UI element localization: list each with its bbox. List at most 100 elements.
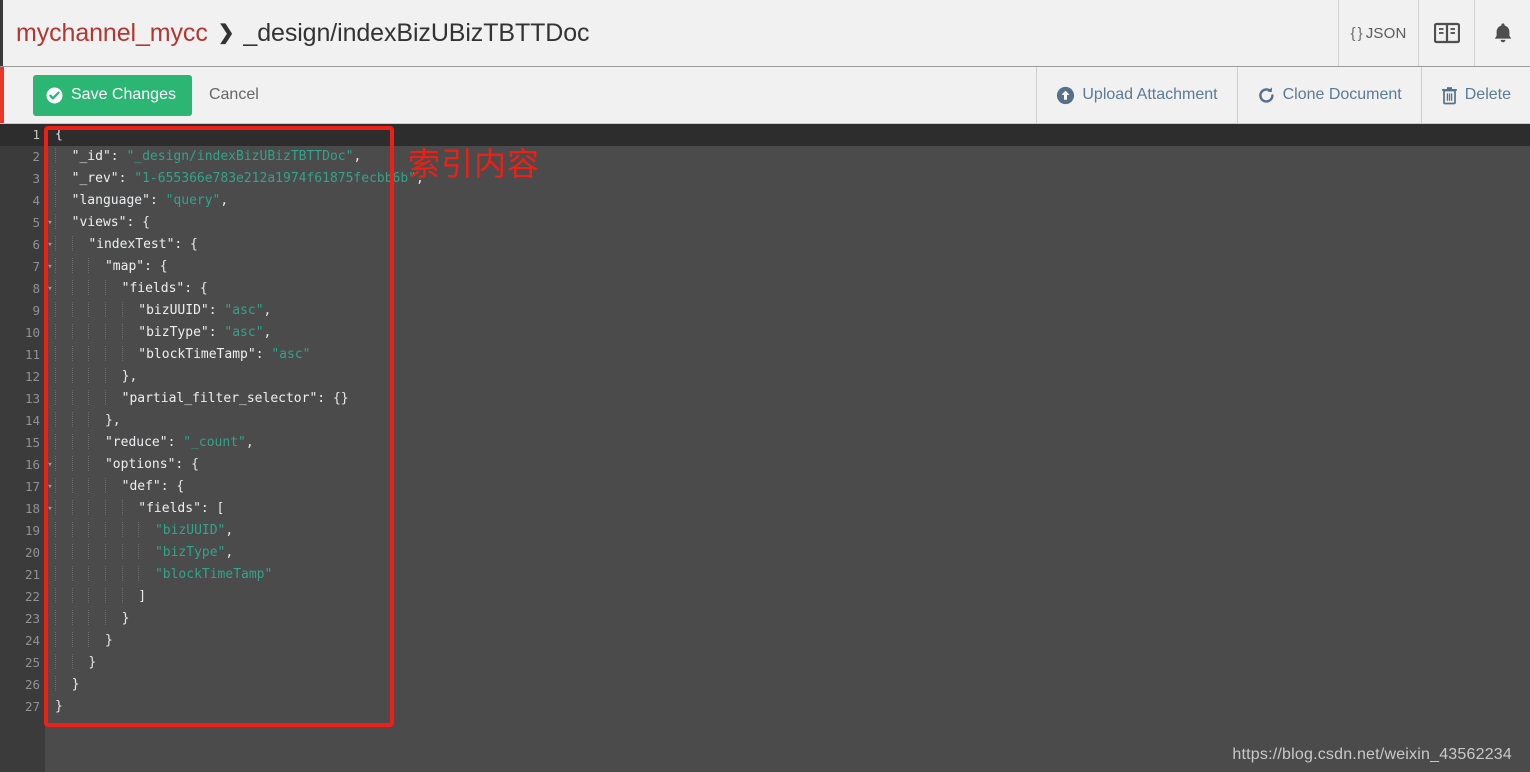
gutter-line-number[interactable]: 18 ▾ xyxy=(0,498,53,520)
indent-guide xyxy=(88,280,90,295)
indent-guide xyxy=(104,390,106,405)
delete-document-button[interactable]: Delete xyxy=(1420,66,1530,124)
indent-guide xyxy=(71,280,73,295)
gutter-line-number[interactable]: 2 xyxy=(0,146,45,168)
code-line[interactable]: "bizUUID": "asc", xyxy=(45,300,1530,322)
code-line[interactable]: "fields": { xyxy=(45,278,1530,300)
indent-guide xyxy=(121,566,123,581)
code-line[interactable]: "bizUUID", xyxy=(45,520,1530,542)
gutter-line-number[interactable]: 9 xyxy=(0,300,45,322)
gutter-line-number[interactable]: 20 xyxy=(0,542,45,564)
gutter-line-number[interactable]: 6 ▾ xyxy=(0,234,52,256)
code-line[interactable]: } xyxy=(45,674,1530,696)
gutter-line-number[interactable]: 25 xyxy=(0,652,45,674)
indent-guide xyxy=(71,632,73,647)
gutter-line-number[interactable]: 8 ▾ xyxy=(0,278,52,300)
cancel-button[interactable]: Cancel xyxy=(209,86,259,104)
gutter-line-number[interactable]: 1▾ xyxy=(0,124,53,146)
gutter-line-number[interactable]: 3 xyxy=(0,168,45,190)
indent-guide xyxy=(71,500,73,515)
indent-guide xyxy=(55,324,56,339)
header-left-edge xyxy=(0,0,7,66)
save-changes-button[interactable]: Save Changes xyxy=(33,74,192,116)
documentation-button[interactable] xyxy=(1418,0,1474,66)
code-line[interactable]: "_id": "_design/indexBizUBizTBTTDoc", xyxy=(45,146,1530,168)
gutter-line-number[interactable]: 15 xyxy=(0,432,45,454)
indent-guide xyxy=(88,566,90,581)
code-line[interactable]: "map": { xyxy=(45,256,1530,278)
gutter-line-number[interactable]: 19 xyxy=(0,520,45,542)
indent-guide xyxy=(55,236,56,251)
gutter-line-number[interactable]: 5 ▾ xyxy=(0,212,52,234)
editor-line-number-gutter[interactable]: 1▾2345▾6▾7▾8▾910111213141516▾17▾18▾19202… xyxy=(0,124,53,772)
delete-document-label: Delete xyxy=(1464,86,1511,103)
clone-document-button[interactable]: Clone Document xyxy=(1236,66,1421,124)
indent-guide xyxy=(138,566,140,581)
gutter-line-number[interactable]: 14 xyxy=(0,410,45,432)
code-line[interactable]: }, xyxy=(45,410,1530,432)
indent-guide xyxy=(71,390,73,405)
upload-attachment-button[interactable]: Upload Attachment xyxy=(1036,66,1236,124)
gutter-line-number[interactable]: 23 xyxy=(0,608,45,630)
indent-guide xyxy=(88,588,90,603)
code-line[interactable]: "bizType": "asc", xyxy=(45,322,1530,344)
code-line[interactable]: }, xyxy=(45,366,1530,388)
json-code-editor[interactable]: 1▾2345▾6▾7▾8▾910111213141516▾17▾18▾19202… xyxy=(0,124,1530,772)
code-line[interactable]: "reduce": "_count", xyxy=(45,432,1530,454)
gutter-line-number[interactable]: 4 xyxy=(0,190,45,212)
code-line[interactable]: "views": { xyxy=(45,212,1530,234)
code-line[interactable]: "options": { xyxy=(45,454,1530,476)
code-line[interactable]: { xyxy=(45,124,1530,146)
code-line[interactable]: "partial_filter_selector": {} xyxy=(45,388,1530,410)
code-line[interactable]: ] xyxy=(45,586,1530,608)
code-line[interactable]: "language": "query", xyxy=(45,190,1530,212)
indent-guide xyxy=(88,610,90,625)
gutter-line-number[interactable]: 10 xyxy=(0,322,45,344)
gutter-line-number[interactable]: 24 xyxy=(0,630,45,652)
code-line[interactable]: "blockTimeTamp": "asc" xyxy=(45,344,1530,366)
gutter-line-number[interactable]: 7 ▾ xyxy=(0,256,52,278)
code-line[interactable]: "indexTest": { xyxy=(45,234,1530,256)
indent-guide xyxy=(138,544,140,559)
gutter-line-number[interactable]: 22 xyxy=(0,586,45,608)
notifications-button[interactable] xyxy=(1474,0,1530,66)
indent-guide xyxy=(104,610,106,625)
check-circle-icon xyxy=(46,87,63,104)
indent-guide xyxy=(55,346,56,361)
indent-guide xyxy=(71,302,73,317)
indent-guide xyxy=(55,390,56,405)
gutter-line-number[interactable]: 13 xyxy=(0,388,45,410)
json-view-button[interactable]: { } JSON xyxy=(1338,0,1418,66)
code-line[interactable]: "_rev": "1-655366e783e212a1974f61875fecb… xyxy=(45,168,1530,190)
indent-guide xyxy=(71,654,73,669)
code-line[interactable]: } xyxy=(45,652,1530,674)
indent-guide xyxy=(71,412,73,427)
gutter-line-number[interactable]: 27 xyxy=(0,696,45,718)
gutter-line-number[interactable]: 11 xyxy=(0,344,45,366)
code-line[interactable]: } xyxy=(45,630,1530,652)
indent-guide xyxy=(71,544,73,559)
indent-guide xyxy=(88,544,90,559)
indent-guide xyxy=(71,368,73,383)
code-line[interactable]: "fields": [ xyxy=(45,498,1530,520)
code-line[interactable]: } xyxy=(45,696,1530,718)
indent-guide xyxy=(55,478,56,493)
indent-guide xyxy=(88,368,90,383)
clone-document-label: Clone Document xyxy=(1282,86,1402,103)
toolbar-right-group: Upload Attachment Clone Document Delete xyxy=(1036,66,1530,124)
code-line[interactable]: "bizType", xyxy=(45,542,1530,564)
indent-guide xyxy=(71,324,73,339)
breadcrumb-database-link[interactable]: mychannel_mycc xyxy=(16,19,208,48)
indent-guide xyxy=(104,500,106,515)
code-line[interactable]: "def": { xyxy=(45,476,1530,498)
gutter-line-number[interactable]: 17 ▾ xyxy=(0,476,53,498)
gutter-line-number[interactable]: 16 ▾ xyxy=(0,454,53,476)
book-icon xyxy=(1433,22,1460,44)
indent-guide xyxy=(88,258,90,273)
code-line[interactable]: } xyxy=(45,608,1530,630)
gutter-line-number[interactable]: 12 xyxy=(0,366,45,388)
code-line[interactable]: "blockTimeTamp" xyxy=(45,564,1530,586)
gutter-line-number[interactable]: 26 xyxy=(0,674,45,696)
gutter-line-number[interactable]: 21 xyxy=(0,564,45,586)
editor-code-area[interactable]: { "_id": "_design/indexBizUBizTBTTDoc", … xyxy=(45,124,1530,772)
